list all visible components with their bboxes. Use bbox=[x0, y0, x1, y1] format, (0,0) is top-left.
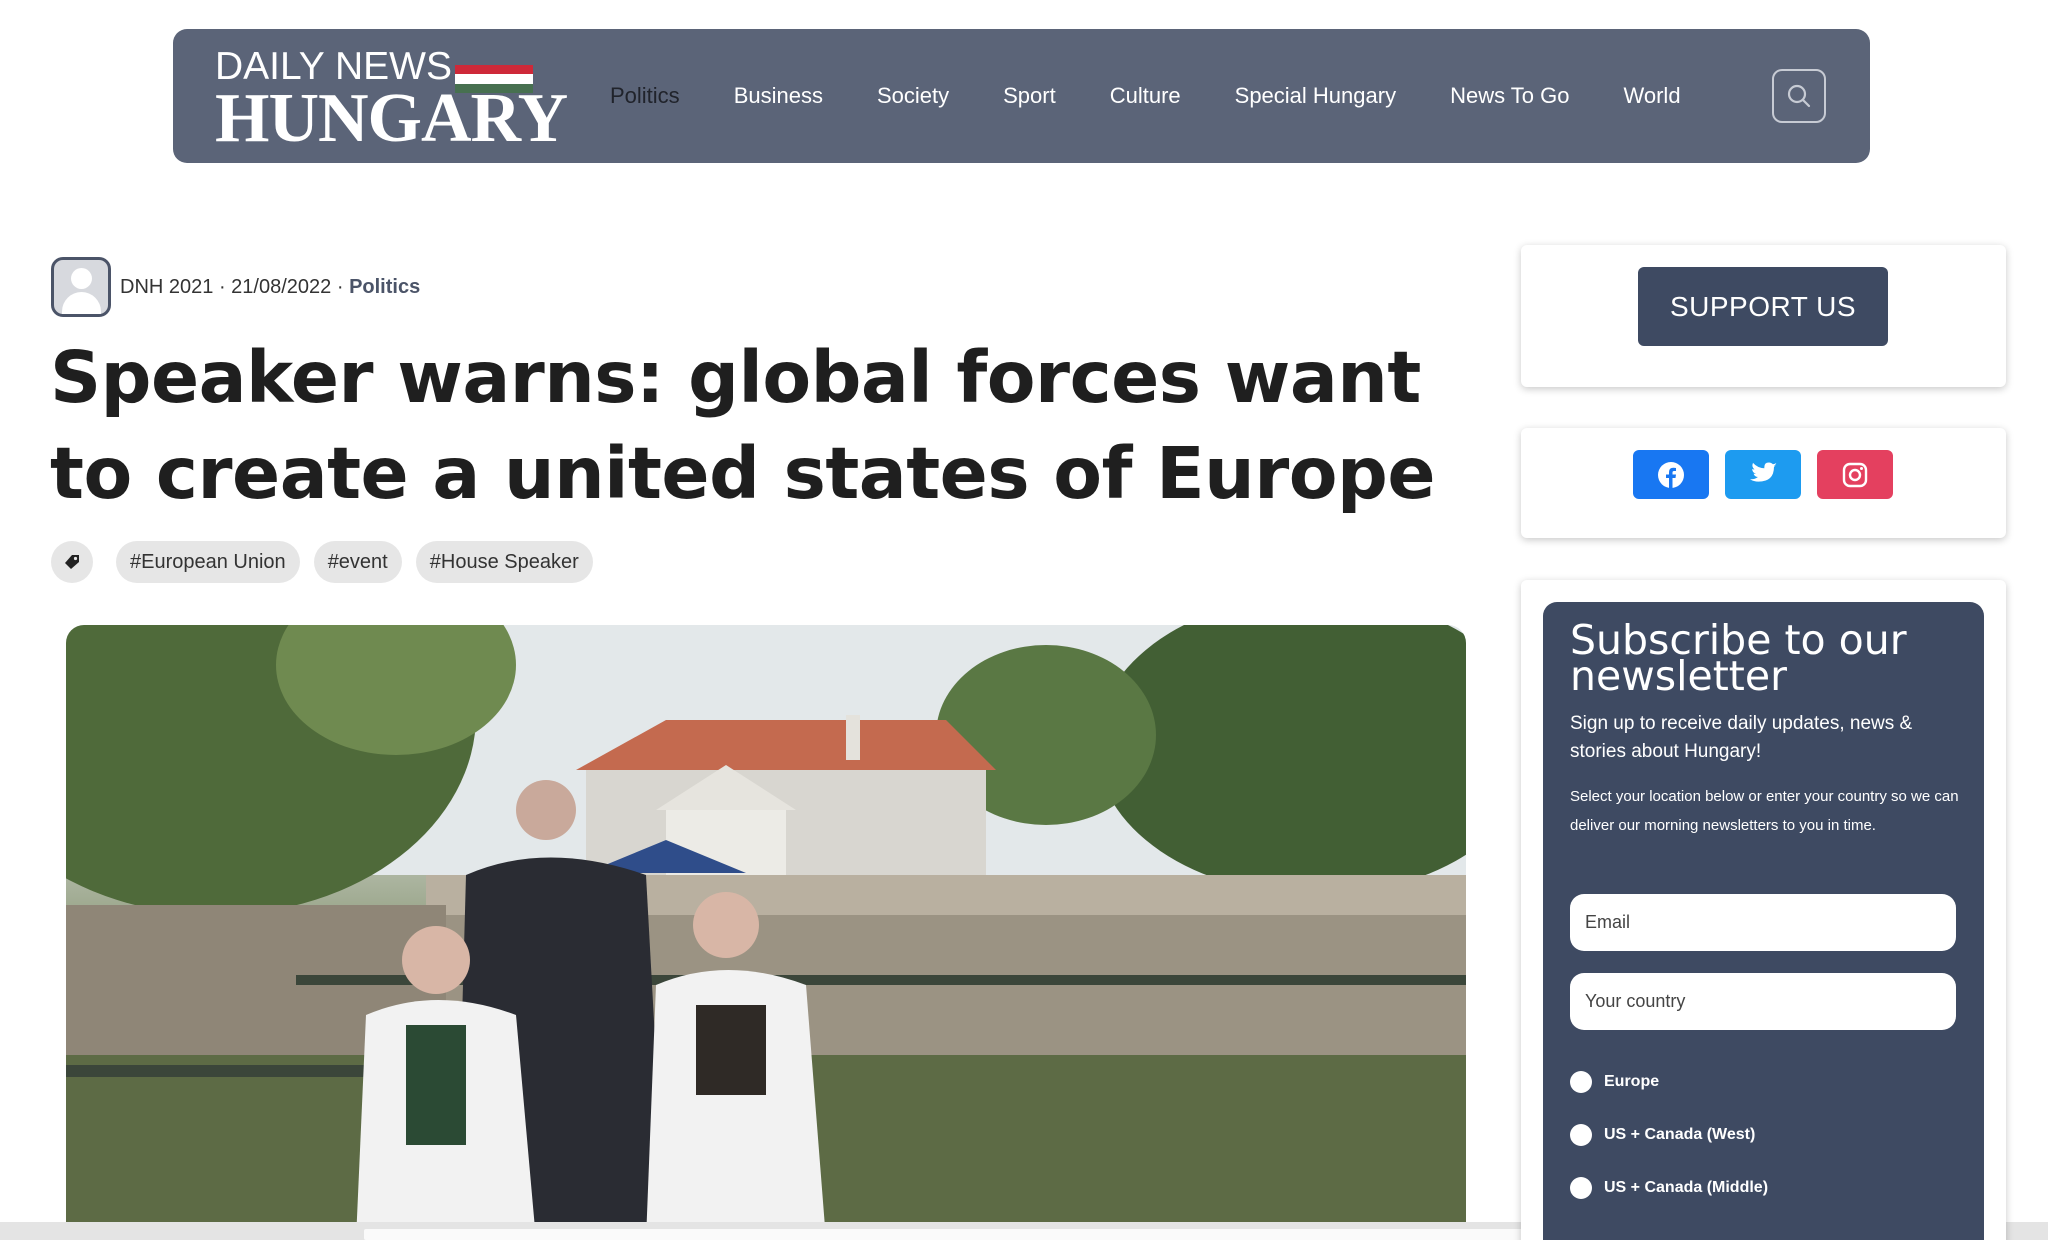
article-title: Speaker warns: global forces want to cre… bbox=[50, 336, 1436, 515]
nav-society[interactable]: Society bbox=[877, 83, 949, 109]
tag-house-speaker[interactable]: #House Speaker bbox=[415, 541, 593, 583]
twitter-button[interactable] bbox=[1725, 450, 1801, 499]
article-meta: DNH 2021 · 21/08/2022 · Politics bbox=[51, 257, 420, 317]
support-us-button[interactable]: SUPPORT US bbox=[1638, 267, 1888, 346]
main-nav: Politics Business Society Sport Culture … bbox=[610, 29, 1735, 163]
tag-event[interactable]: #event bbox=[313, 541, 402, 583]
region-label: Europe bbox=[1604, 1073, 1660, 1090]
meta-separator: · bbox=[331, 275, 350, 298]
publish-date: 21/08/2022 bbox=[231, 275, 332, 298]
radio-button[interactable] bbox=[1570, 1177, 1592, 1199]
nav-special-hungary[interactable]: Special Hungary bbox=[1235, 83, 1396, 109]
region-option-us-canada-middle[interactable]: US + Canada (Middle) bbox=[1570, 1177, 1768, 1199]
search-button[interactable] bbox=[1772, 69, 1826, 123]
site-header: DAILY NEWS HUNGARY Politics Business Soc… bbox=[173, 29, 1870, 163]
newsletter-title: Subscribe to our newsletter bbox=[1570, 616, 1907, 700]
nav-world[interactable]: World bbox=[1624, 83, 1681, 109]
facebook-icon bbox=[1658, 461, 1684, 488]
newsletter-card: Subscribe to our newsletter Sign up to r… bbox=[1521, 580, 2006, 1240]
region-option-europe[interactable]: Europe bbox=[1570, 1071, 1659, 1093]
newsletter-panel: Subscribe to our newsletter Sign up to r… bbox=[1543, 602, 1984, 1240]
nav-sport[interactable]: Sport bbox=[1003, 83, 1056, 109]
newsletter-note: Select your location below or enter your… bbox=[1570, 788, 1959, 834]
nav-news-to-go[interactable]: News To Go bbox=[1450, 83, 1569, 109]
category-link[interactable]: Politics bbox=[349, 276, 420, 299]
twitter-icon bbox=[1750, 462, 1777, 482]
meta-separator: · bbox=[213, 275, 232, 298]
radio-button[interactable] bbox=[1570, 1071, 1592, 1093]
tag-list: #European Union #event #House Speaker bbox=[51, 541, 607, 583]
instagram-button[interactable] bbox=[1817, 450, 1893, 499]
nav-culture[interactable]: Culture bbox=[1110, 83, 1181, 109]
instagram-icon bbox=[1842, 462, 1868, 487]
radio-button[interactable] bbox=[1570, 1124, 1592, 1146]
tag-icon bbox=[51, 541, 93, 583]
facebook-button[interactable] bbox=[1633, 450, 1709, 499]
email-field[interactable] bbox=[1570, 894, 1956, 951]
scrollbar-thumb[interactable] bbox=[364, 1229, 1678, 1240]
logo-bottom-text: HUNGARY bbox=[215, 80, 568, 157]
nav-politics[interactable]: Politics bbox=[610, 83, 680, 109]
search-icon bbox=[1787, 84, 1811, 108]
author-name[interactable]: DNH 2021 bbox=[120, 276, 213, 299]
site-logo[interactable]: DAILY NEWS HUNGARY bbox=[215, 45, 568, 154]
newsletter-subtitle: Sign up to receive daily updates, news &… bbox=[1570, 713, 1913, 762]
author-avatar[interactable] bbox=[51, 257, 111, 317]
support-card: SUPPORT US bbox=[1521, 245, 2006, 387]
region-label: US + Canada (West) bbox=[1604, 1126, 1756, 1143]
nav-business[interactable]: Business bbox=[734, 83, 823, 109]
region-option-us-canada-west[interactable]: US + Canada (West) bbox=[1570, 1124, 1755, 1146]
country-field[interactable] bbox=[1570, 973, 1956, 1030]
social-card bbox=[1521, 428, 2006, 538]
tag-european-union[interactable]: #European Union bbox=[116, 541, 300, 583]
region-label: US + Canada (Middle) bbox=[1604, 1179, 1769, 1196]
featured-image bbox=[66, 625, 1466, 1240]
